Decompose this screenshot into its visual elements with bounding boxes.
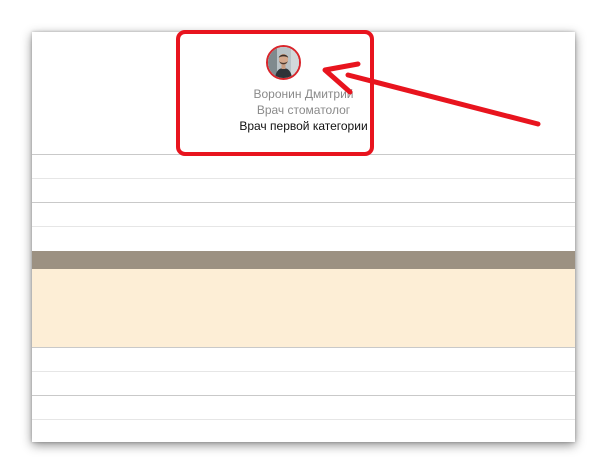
slot-row[interactable]: [32, 348, 575, 371]
highlighted-slot-block[interactable]: [32, 269, 575, 347]
slot-row[interactable]: [32, 203, 575, 226]
slot-row[interactable]: [32, 227, 575, 251]
person-photo-icon: [268, 47, 299, 78]
doctor-name: Воронин Дмитрий: [253, 87, 354, 101]
doctor-specialty: Врач стоматолог: [256, 103, 351, 117]
schedule-card: Воронин Дмитрий Врач стоматолог Врач пер…: [32, 32, 575, 442]
doctor-avatar[interactable]: [266, 45, 301, 80]
slot-row[interactable]: [32, 372, 575, 395]
doctor-header[interactable]: Воронин Дмитрий Врач стоматолог Врач пер…: [32, 32, 575, 154]
section-header-band: [32, 251, 575, 269]
slot-row[interactable]: [32, 396, 575, 419]
slot-row[interactable]: [32, 155, 575, 178]
doctor-category: Врач первой категории: [239, 119, 368, 133]
slot-row[interactable]: [32, 420, 575, 442]
slot-row[interactable]: [32, 179, 575, 202]
